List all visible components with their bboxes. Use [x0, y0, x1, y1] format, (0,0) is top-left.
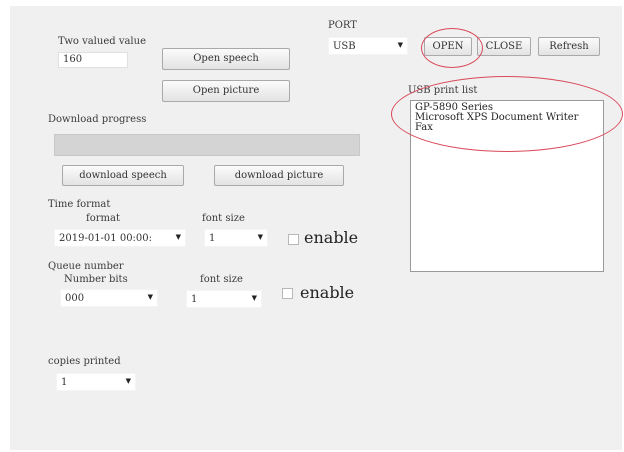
download-progress-label: Download progress	[48, 114, 147, 125]
two-valued-input[interactable]: 160	[58, 52, 128, 68]
time-format-label: Time format	[48, 199, 111, 210]
chevron-down-icon: ▼	[147, 293, 153, 301]
close-port-button[interactable]: CLOSE	[477, 37, 531, 56]
queue-enable-label: enable	[300, 283, 355, 302]
usb-print-list-label: USB print list	[408, 85, 478, 96]
download-speech-button[interactable]: download speech	[62, 165, 184, 186]
download-picture-button[interactable]: download picture	[214, 165, 344, 186]
time-format-select[interactable]: 2019-01-01 00:00: ▼	[54, 229, 186, 247]
chevron-down-icon: ▼	[257, 233, 263, 241]
port-select[interactable]: USB ▼	[328, 37, 408, 55]
time-enable-checkbox[interactable]	[288, 234, 299, 245]
copies-printed-value: 1	[61, 377, 68, 388]
open-port-button[interactable]: OPEN	[424, 37, 472, 56]
port-label: PORT	[328, 20, 357, 31]
queue-bits-select[interactable]: 000 ▼	[60, 289, 158, 307]
time-format-select-value: 2019-01-01 00:00:	[59, 233, 153, 244]
main-panel: Two valued value 160 Open speech Open pi…	[10, 6, 623, 450]
chevron-down-icon: ▼	[397, 41, 403, 49]
time-font-size-value: 1	[209, 233, 216, 244]
chevron-down-icon: ▼	[251, 294, 257, 302]
queue-font-size-select[interactable]: 1 ▼	[186, 290, 262, 308]
list-item[interactable]: Microsoft XPS Document Writer	[411, 113, 603, 123]
open-speech-button[interactable]: Open speech	[162, 48, 290, 70]
queue-font-size-value: 1	[191, 294, 198, 305]
usb-print-listbox[interactable]: GP-5890 Series Microsoft XPS Document Wri…	[410, 100, 604, 272]
time-format-format-label: format	[86, 213, 120, 224]
queue-enable-checkbox[interactable]	[282, 288, 293, 299]
time-font-size-label: font size	[202, 213, 245, 224]
refresh-button[interactable]: Refresh	[538, 37, 600, 56]
copies-printed-label: copies printed	[48, 356, 121, 367]
queue-bits-value: 000	[65, 293, 85, 304]
chevron-down-icon: ▼	[125, 377, 131, 385]
chevron-down-icon: ▼	[175, 233, 181, 241]
time-enable-label: enable	[304, 228, 359, 247]
queue-font-size-label: font size	[200, 274, 243, 285]
open-picture-button[interactable]: Open picture	[162, 80, 290, 102]
two-valued-label: Two valued value	[58, 36, 146, 47]
time-font-size-select[interactable]: 1 ▼	[204, 229, 268, 247]
copies-printed-select[interactable]: 1 ▼	[56, 373, 136, 391]
download-progress-bar	[54, 134, 360, 156]
queue-number-label: Queue number	[48, 261, 124, 272]
port-select-value: USB	[333, 41, 356, 52]
queue-bits-label: Number bits	[64, 274, 128, 285]
list-item[interactable]: Fax	[411, 123, 603, 133]
